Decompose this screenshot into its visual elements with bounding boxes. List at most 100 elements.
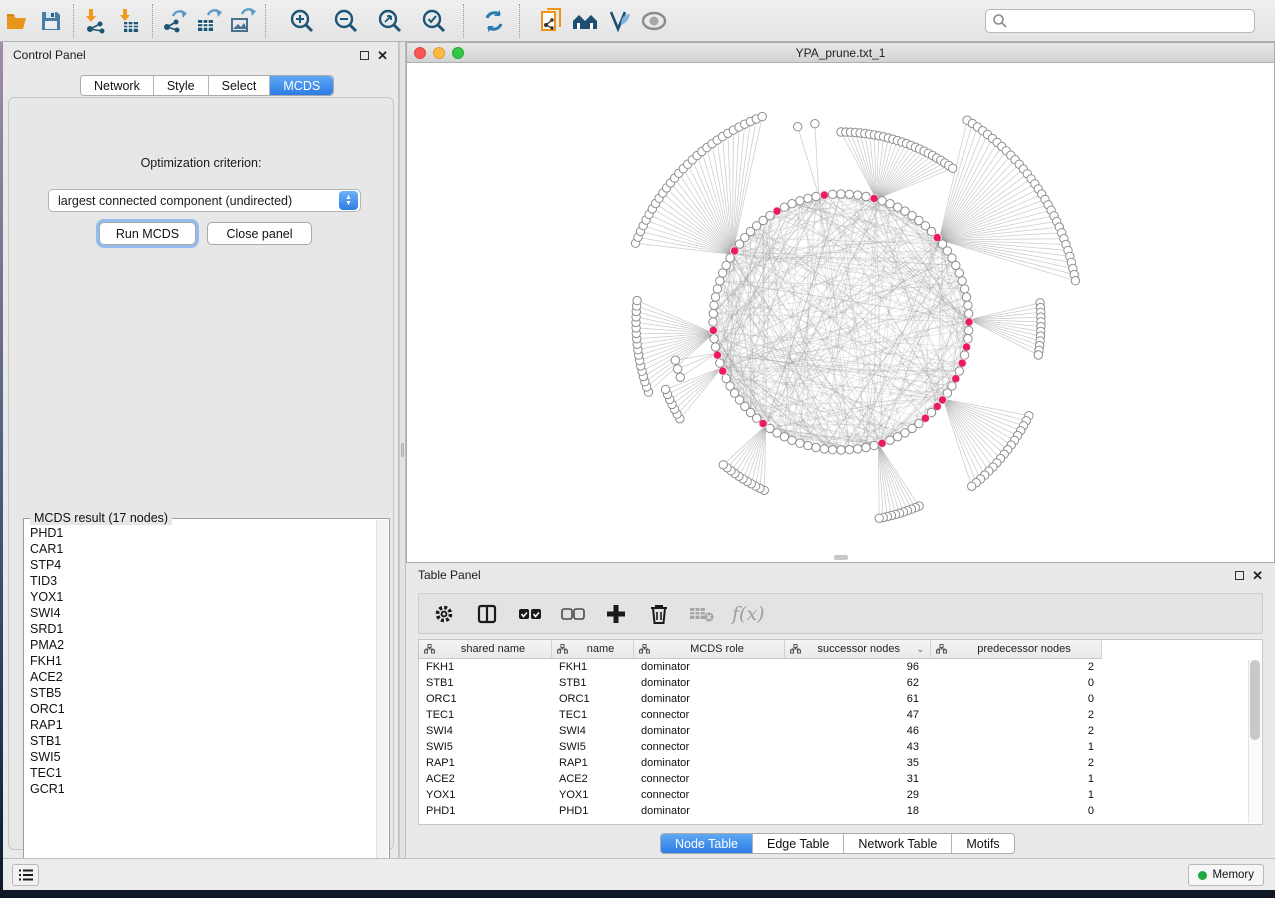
table-row[interactable]: RAP1RAP1dominator352 bbox=[419, 755, 1262, 771]
column-header-MCDS-role[interactable]: MCDS role bbox=[634, 640, 785, 659]
mcds-result-item[interactable]: PHD1 bbox=[30, 525, 376, 541]
cell-successor_nodes: 62 bbox=[785, 675, 931, 691]
cell-predecessor_nodes: 0 bbox=[931, 691, 1102, 707]
column-header-name[interactable]: name bbox=[552, 640, 634, 659]
table-row[interactable]: TEC1TEC1connector472 bbox=[419, 707, 1262, 723]
criterion-dropdown[interactable]: largest connected component (undirected)… bbox=[48, 189, 361, 212]
cell-predecessor_nodes: 1 bbox=[931, 787, 1102, 803]
graph-node bbox=[964, 335, 972, 343]
clear-selection-icon[interactable] bbox=[560, 601, 586, 627]
tab-network-table[interactable]: Network Table bbox=[844, 834, 952, 853]
cell-successor_nodes: 35 bbox=[785, 755, 931, 771]
mcds-result-item[interactable]: ORC1 bbox=[30, 701, 376, 717]
show-columns-icon[interactable] bbox=[474, 601, 500, 627]
hide-graphics-details-icon[interactable] bbox=[637, 5, 671, 37]
apply-function-icon: f(x) bbox=[732, 603, 765, 625]
table-row[interactable]: STB1STB1dominator620 bbox=[419, 675, 1262, 691]
float-panel-icon[interactable] bbox=[360, 51, 369, 60]
tab-node-table[interactable]: Node Table bbox=[661, 834, 753, 853]
refresh-view-icon[interactable] bbox=[477, 5, 511, 37]
delete-entry-icon[interactable] bbox=[646, 601, 672, 627]
mcds-result-item[interactable]: TEC1 bbox=[30, 765, 376, 781]
close-panel-button[interactable]: Close panel bbox=[207, 222, 312, 245]
graph-leaf-node bbox=[758, 112, 766, 120]
zoom-fit-content-icon[interactable] bbox=[373, 5, 407, 37]
table-row[interactable]: YOX1YOX1connector291 bbox=[419, 787, 1262, 803]
zoom-selected-icon[interactable] bbox=[417, 5, 451, 37]
cell-mcds_role: dominator bbox=[634, 723, 785, 739]
export-network-icon[interactable] bbox=[158, 5, 192, 37]
search-input[interactable] bbox=[1008, 11, 1254, 31]
cell-mcds_role: connector bbox=[634, 771, 785, 787]
run-mcds-button[interactable]: Run MCDS bbox=[99, 222, 196, 245]
close-panel-icon[interactable]: ✕ bbox=[1252, 571, 1263, 580]
table-row[interactable]: FKH1FKH1dominator962 bbox=[419, 659, 1262, 675]
save-session-icon[interactable] bbox=[34, 5, 68, 37]
toolbar-separator bbox=[152, 4, 153, 38]
import-network-from-file-icon[interactable] bbox=[79, 5, 113, 37]
mcds-result-scrollbar[interactable] bbox=[376, 520, 388, 882]
tab-mcds[interactable]: MCDS bbox=[270, 76, 333, 95]
tab-network[interactable]: Network bbox=[81, 76, 154, 95]
node-table[interactable]: shared namenameMCDS rolesuccessor nodes⌄… bbox=[418, 639, 1263, 825]
zoom-out-icon[interactable] bbox=[329, 5, 363, 37]
mcds-result-item[interactable]: PMA2 bbox=[30, 637, 376, 653]
close-panel-icon[interactable]: ✕ bbox=[377, 51, 388, 60]
task-history-button[interactable] bbox=[12, 864, 39, 886]
mcds-result-item[interactable]: SWI4 bbox=[30, 605, 376, 621]
mcds-result-item[interactable]: SRD1 bbox=[30, 621, 376, 637]
tab-motifs[interactable]: Motifs bbox=[952, 834, 1013, 853]
mcds-result-item[interactable]: STP4 bbox=[30, 557, 376, 573]
table-settings-icon[interactable] bbox=[431, 601, 457, 627]
memory-button[interactable]: Memory bbox=[1188, 864, 1264, 886]
table-panel-title: Table Panel bbox=[418, 568, 481, 582]
import-table-from-file-icon[interactable] bbox=[113, 5, 147, 37]
cell-successor_nodes: 96 bbox=[785, 659, 931, 675]
export-image-icon[interactable] bbox=[226, 5, 260, 37]
mcds-result-item[interactable]: ACE2 bbox=[30, 669, 376, 685]
cell-shared_name: PHD1 bbox=[419, 803, 552, 819]
node-table-scrollbar[interactable] bbox=[1248, 660, 1261, 823]
scrollbar-thumb[interactable] bbox=[1250, 660, 1260, 740]
open-session-icon[interactable] bbox=[0, 5, 34, 37]
show-graphics-details-icon[interactable] bbox=[603, 5, 637, 37]
table-row[interactable]: ORC1ORC1dominator610 bbox=[419, 691, 1262, 707]
splitter-handle[interactable] bbox=[401, 443, 404, 457]
mcds-result-item[interactable]: STB5 bbox=[30, 685, 376, 701]
network-overview-icon[interactable] bbox=[569, 5, 603, 37]
cell-predecessor_nodes: 1 bbox=[931, 771, 1102, 787]
search-field[interactable] bbox=[985, 9, 1255, 33]
mcds-result-item[interactable]: RAP1 bbox=[30, 717, 376, 733]
mcds-result-item[interactable]: TID3 bbox=[30, 573, 376, 589]
mcds-result-list[interactable]: PHD1CAR1STP4TID3YOX1SWI4SRD1PMA2FKH1ACE2… bbox=[25, 525, 376, 882]
mcds-result-item[interactable]: CAR1 bbox=[30, 541, 376, 557]
table-row[interactable]: SWI4SWI4dominator462 bbox=[419, 723, 1262, 739]
graph-node bbox=[812, 192, 820, 200]
mcds-result-item[interactable]: YOX1 bbox=[30, 589, 376, 605]
column-header-successor-nodes[interactable]: successor nodes⌄ bbox=[785, 640, 931, 659]
zoom-in-icon[interactable] bbox=[285, 5, 319, 37]
mcds-result-item[interactable]: STB1 bbox=[30, 733, 376, 749]
table-row[interactable]: PHD1PHD1dominator180 bbox=[419, 803, 1262, 819]
tab-edge-table[interactable]: Edge Table bbox=[753, 834, 844, 853]
column-header-shared-name[interactable]: shared name bbox=[419, 640, 552, 659]
export-table-icon[interactable] bbox=[192, 5, 226, 37]
tab-style[interactable]: Style bbox=[154, 76, 209, 95]
mcds-result-item[interactable]: SWI5 bbox=[30, 749, 376, 765]
network-canvas[interactable] bbox=[407, 63, 1274, 562]
table-row[interactable]: ACE2ACE2connector311 bbox=[419, 771, 1262, 787]
float-panel-icon[interactable] bbox=[1235, 571, 1244, 580]
column-header-predecessor-nodes[interactable]: predecessor nodes bbox=[931, 640, 1102, 659]
table-row[interactable]: SWI5SWI5connector431 bbox=[419, 739, 1262, 755]
network-window-titlebar[interactable]: YPA_prune.txt_1 bbox=[407, 43, 1274, 63]
select-all-icon[interactable] bbox=[517, 601, 543, 627]
graph-edges bbox=[636, 117, 1076, 519]
tab-select[interactable]: Select bbox=[209, 76, 271, 95]
network-window: YPA_prune.txt_1 bbox=[406, 42, 1275, 563]
panel-splitter[interactable] bbox=[399, 42, 406, 858]
mcds-result-item[interactable]: GCR1 bbox=[30, 781, 376, 797]
network-hscroll-thumb[interactable] bbox=[834, 555, 848, 560]
mcds-result-item[interactable]: FKH1 bbox=[30, 653, 376, 669]
add-entry-icon[interactable] bbox=[603, 601, 629, 627]
new-network-from-selection-icon[interactable] bbox=[535, 5, 569, 37]
